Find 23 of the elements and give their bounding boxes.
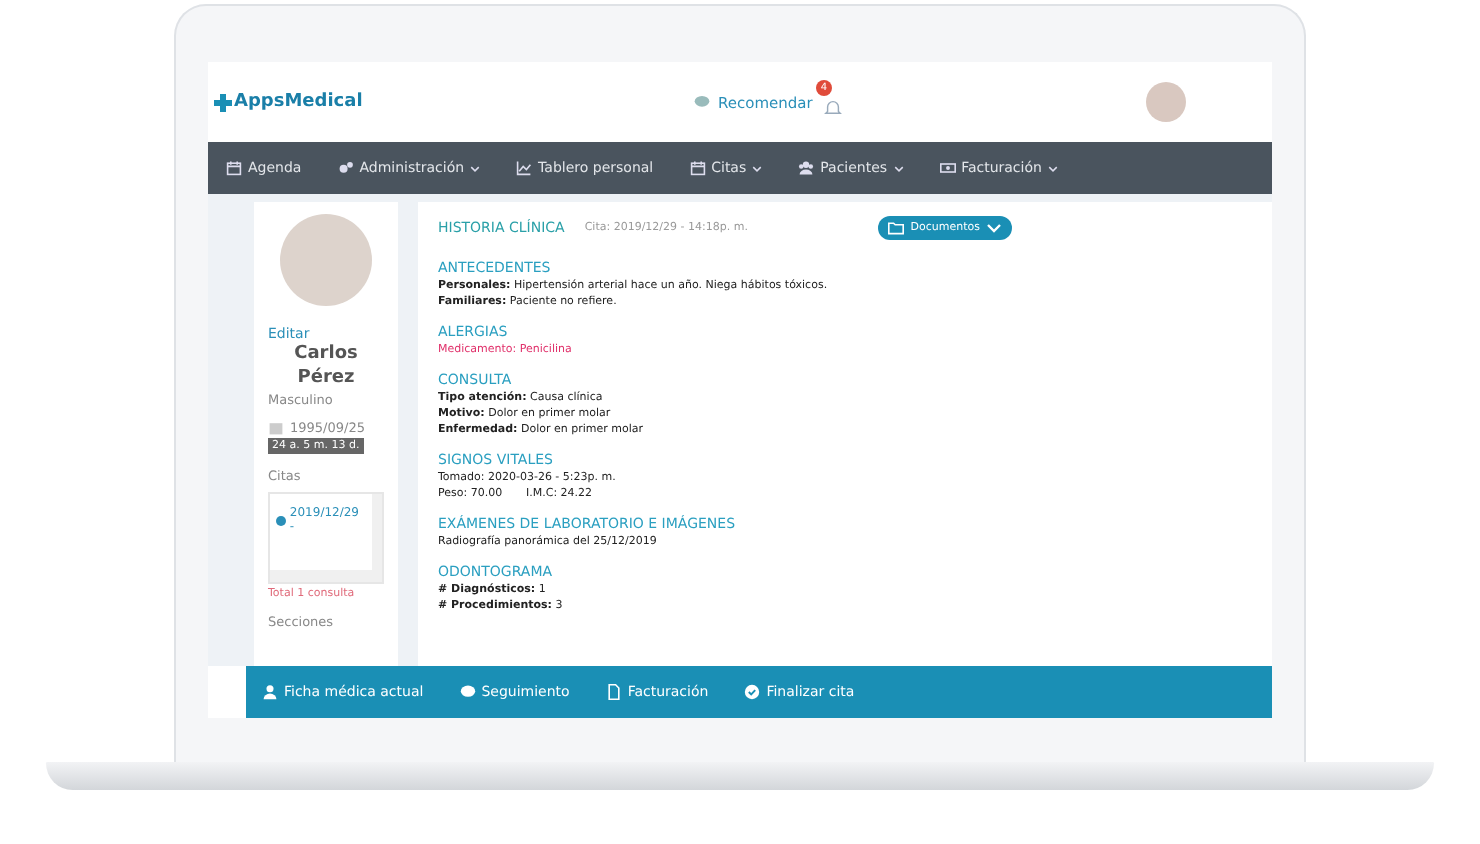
cross-logo-icon <box>214 93 232 111</box>
app-logo-text: AppsMedical <box>234 92 363 112</box>
calendar-icon <box>226 160 242 176</box>
bell-icon[interactable] <box>824 97 843 115</box>
vertical-scrollbar[interactable] <box>372 494 382 570</box>
line-chart-icon <box>516 160 533 176</box>
chat-icon <box>694 94 710 110</box>
check-circle-icon <box>744 684 761 700</box>
caret-icon <box>986 220 1002 236</box>
patient-first-name: Carlos <box>292 342 360 366</box>
horizontal-scrollbar[interactable] <box>270 570 382 582</box>
calendar-icon <box>268 420 284 436</box>
patient-last-name: Pérez <box>295 366 357 390</box>
calendar-icon <box>689 160 706 176</box>
user-icon <box>262 684 278 700</box>
file-icon <box>605 684 622 700</box>
photo-placeholder <box>280 214 372 306</box>
banknote-icon <box>939 160 956 176</box>
user-avatar[interactable] <box>1146 82 1186 122</box>
gears-icon <box>337 160 354 176</box>
users-icon <box>798 160 815 176</box>
folder-icon <box>888 220 905 236</box>
chat-icon <box>459 684 476 700</box>
